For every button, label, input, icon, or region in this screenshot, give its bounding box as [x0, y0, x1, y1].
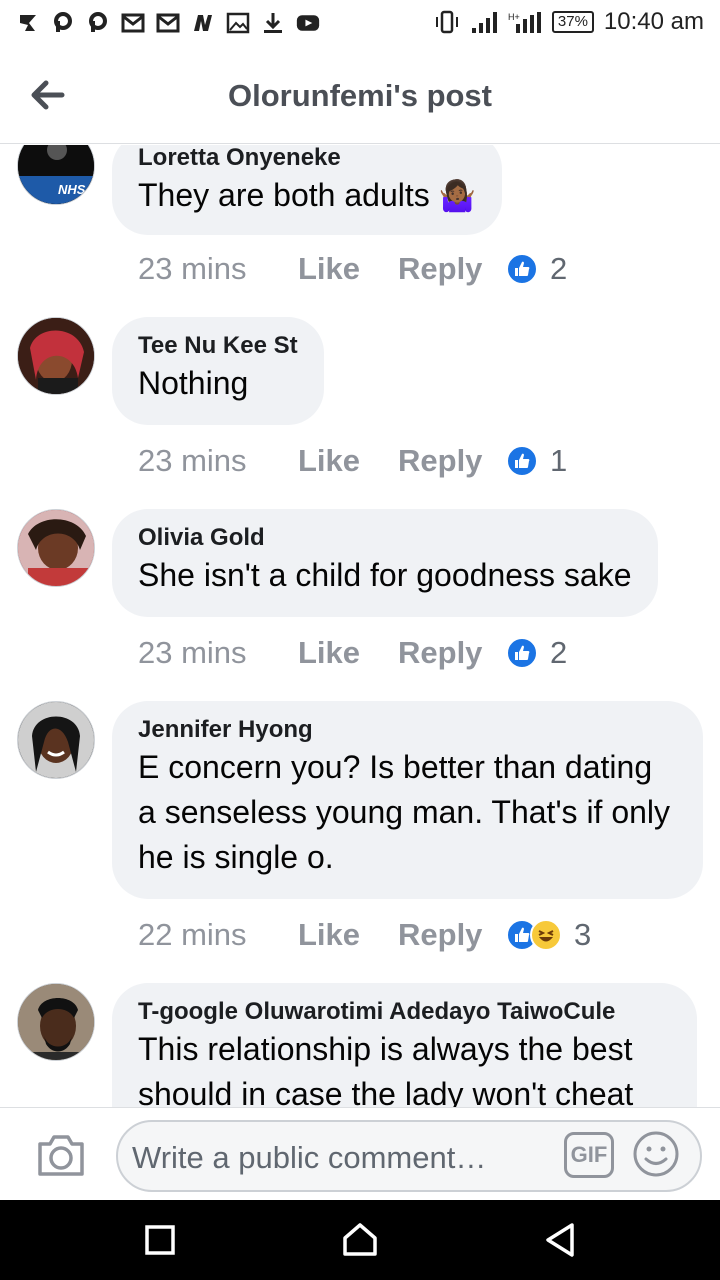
app-notification-icon: [16, 11, 40, 35]
vibrate-icon: [435, 10, 458, 34]
haha-reaction-icon: [530, 919, 562, 951]
app-header: Olorunfemi's post: [0, 50, 720, 144]
comment-time[interactable]: 23 mins: [138, 635, 298, 671]
avatar[interactable]: [17, 983, 95, 1061]
p-notification-icon: [51, 11, 75, 35]
comment-actions: 23 mins Like Reply 2: [138, 633, 567, 673]
reaction-summary[interactable]: 2: [506, 251, 567, 287]
like-reaction-icon: [506, 637, 538, 669]
status-bar: H+ 37% 10:40 am: [0, 0, 720, 50]
like-button[interactable]: Like: [298, 635, 398, 671]
comment-actions: 22 mins Like Reply 3: [138, 915, 591, 955]
image-icon: [226, 11, 250, 35]
reaction-count: 1: [550, 443, 568, 478]
comment-text: They are both adults 🤷🏾‍♀️: [138, 177, 476, 213]
camera-icon[interactable]: [36, 1132, 86, 1178]
comment-bubble[interactable]: Loretta Onyeneke They are both adults 🤷🏾…: [112, 145, 502, 235]
reply-button[interactable]: Reply: [398, 635, 506, 671]
download-icon: [261, 11, 285, 35]
gmail-icon-2: [156, 11, 180, 35]
system-navigation-bar: [0, 1200, 720, 1280]
comment-text: This relationship is always the best sho…: [138, 1031, 634, 1107]
youtube-icon: [296, 11, 320, 35]
avatar[interactable]: [17, 509, 95, 587]
comment-actions: 23 mins Like Reply 1: [138, 441, 567, 481]
clock: 10:40 am: [603, 8, 704, 35]
reaction-summary[interactable]: 2: [506, 635, 567, 671]
comment-bubble[interactable]: T-google Oluwarotimi Adedayo TaiwoCule T…: [112, 983, 697, 1107]
back-nav-icon[interactable]: [540, 1220, 580, 1260]
news-icon: [191, 11, 215, 35]
comments-list[interactable]: NHS Loretta Onyeneke They are both adult…: [0, 145, 720, 1107]
comment-bubble[interactable]: Jennifer Hyong E concern you? Is better …: [112, 701, 703, 899]
like-button[interactable]: Like: [298, 917, 398, 953]
comment-bubble[interactable]: Tee Nu Kee St Nothing: [112, 317, 324, 425]
system-indicators: H+ 37% 10:40 am: [434, 8, 704, 36]
avatar[interactable]: NHS: [17, 145, 95, 205]
sticker-icon[interactable]: [632, 1130, 680, 1178]
comment-text: She isn't a child for goodness sake: [138, 557, 632, 593]
signal-icon: [471, 12, 497, 33]
battery-indicator: 37%: [551, 11, 594, 33]
commenter-name[interactable]: Tee Nu Kee St: [138, 331, 298, 361]
avatar[interactable]: [17, 701, 95, 779]
comment-text: Nothing: [138, 365, 249, 401]
notification-icons: [16, 11, 320, 35]
comment-time[interactable]: 22 mins: [138, 917, 298, 953]
comment-input[interactable]: Write a public comment… GIF: [116, 1120, 702, 1192]
comment-composer: Write a public comment… GIF: [0, 1107, 720, 1200]
commenter-name[interactable]: Olivia Gold: [138, 523, 632, 553]
reaction-count: 2: [550, 635, 568, 670]
comment-actions: 23 mins Like Reply 2: [138, 249, 567, 289]
like-reaction-icon: [506, 253, 538, 285]
like-button[interactable]: Like: [298, 251, 398, 287]
signal-icon-2: H+: [508, 12, 541, 33]
reply-button[interactable]: Reply: [398, 917, 506, 953]
commenter-name[interactable]: T-google Oluwarotimi Adedayo TaiwoCule: [138, 997, 671, 1027]
like-reaction-icon: [506, 445, 538, 477]
comment-time[interactable]: 23 mins: [138, 251, 298, 287]
p-notification-icon-2: [86, 11, 110, 35]
reply-button[interactable]: Reply: [398, 443, 506, 479]
home-icon[interactable]: [340, 1220, 380, 1260]
page-title: Olorunfemi's post: [228, 78, 492, 113]
reaction-summary[interactable]: 1: [506, 443, 567, 479]
shrug-emoji-icon: 🤷🏾‍♀️: [438, 180, 476, 213]
gif-button[interactable]: GIF: [564, 1132, 614, 1178]
reply-button[interactable]: Reply: [398, 251, 506, 287]
commenter-name[interactable]: Jennifer Hyong: [138, 715, 677, 745]
reaction-count: 3: [574, 917, 592, 952]
comment-input-placeholder: Write a public comment…: [132, 1140, 487, 1175]
gmail-icon: [121, 11, 145, 35]
nhs-logo-text: NHS: [58, 182, 86, 197]
comment-time[interactable]: 23 mins: [138, 443, 298, 479]
avatar[interactable]: [17, 317, 95, 395]
recents-icon[interactable]: [140, 1220, 180, 1260]
comment-text: E concern you? Is better than dating a s…: [138, 749, 671, 875]
reaction-summary[interactable]: 3: [506, 917, 591, 953]
comment-bubble[interactable]: Olivia Gold She isn't a child for goodne…: [112, 509, 658, 617]
like-button[interactable]: Like: [298, 443, 398, 479]
reaction-count: 2: [550, 251, 568, 286]
svg-text:H+: H+: [508, 12, 520, 22]
commenter-name[interactable]: Loretta Onyeneke: [138, 145, 476, 173]
